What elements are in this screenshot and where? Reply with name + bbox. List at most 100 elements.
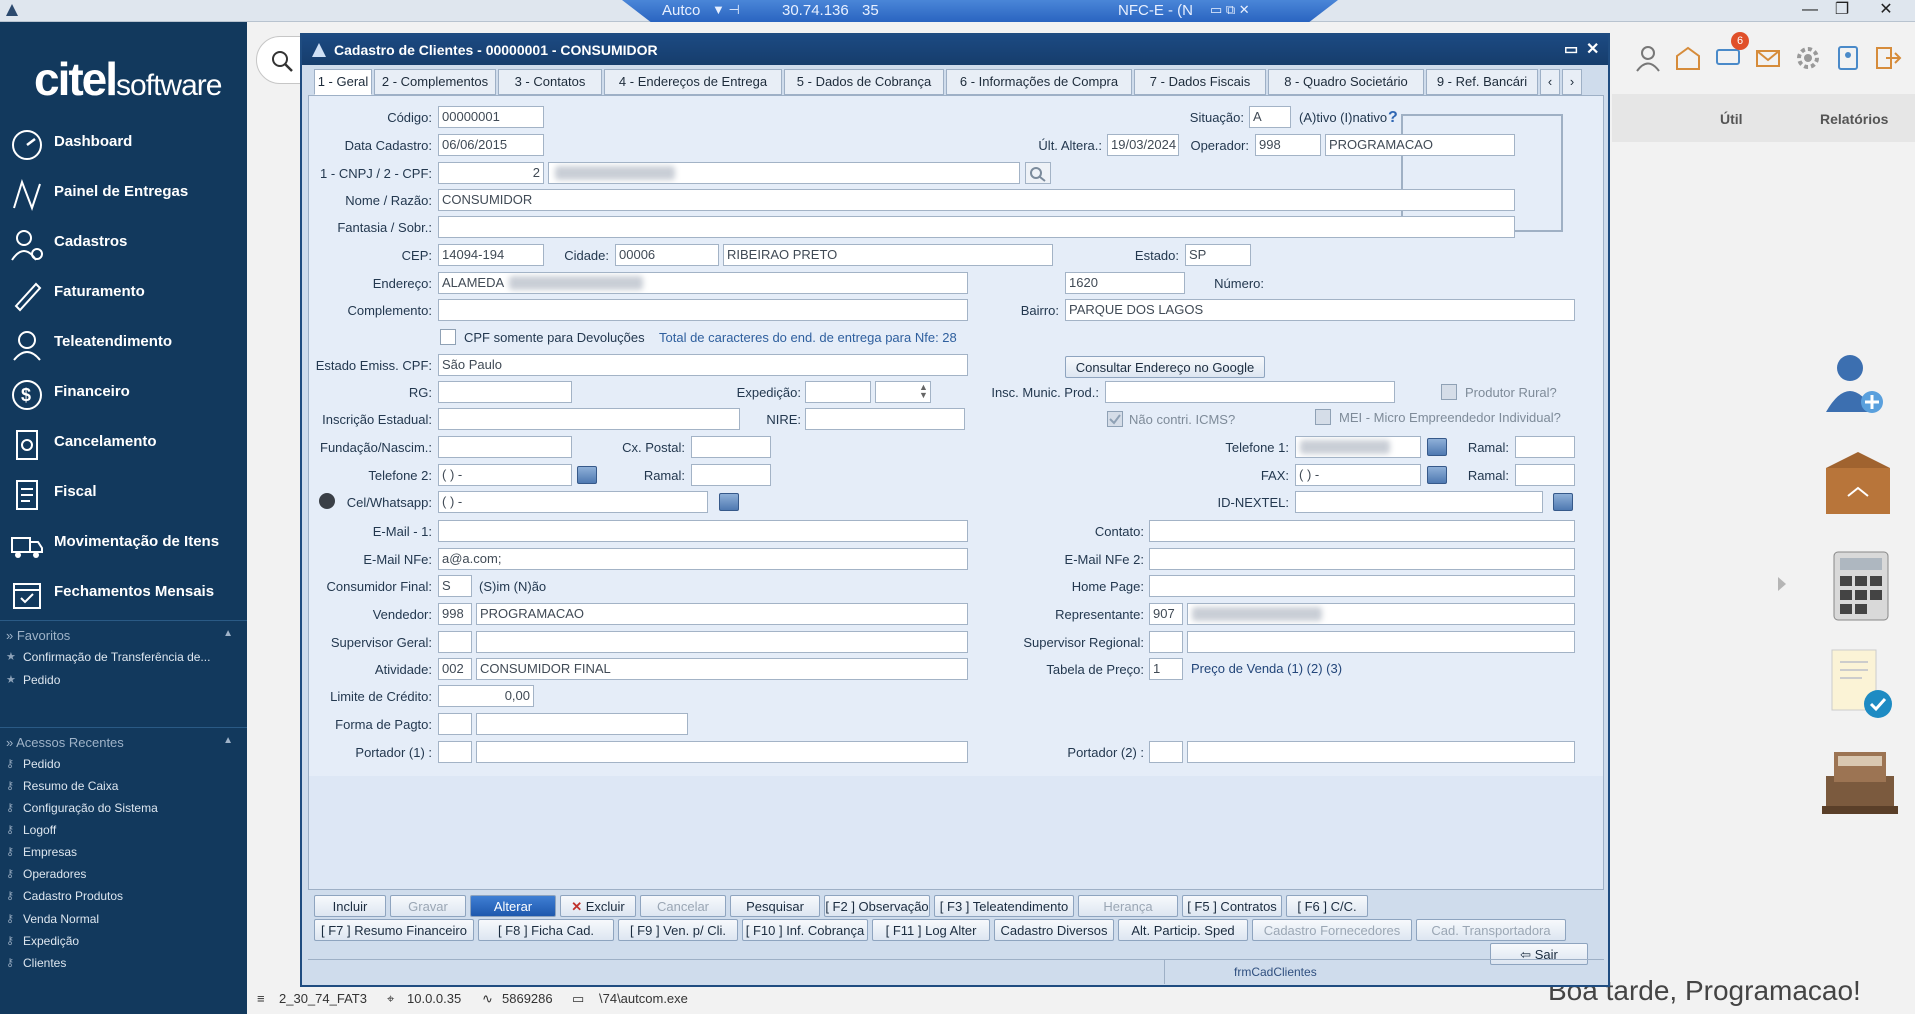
- portador1-name-field[interactable]: [476, 741, 968, 763]
- email-nfe-field[interactable]: a@a.com;: [438, 548, 968, 570]
- telefone2-phone-icon[interactable]: [577, 466, 597, 484]
- email1-field[interactable]: [438, 520, 968, 542]
- tab-geral[interactable]: 1 - Geral: [314, 69, 372, 95]
- tab-scroll-right-icon[interactable]: ›: [1562, 69, 1582, 95]
- email-nfe2-field[interactable]: [1149, 548, 1575, 570]
- favoritos-header[interactable]: » Favoritos ▲: [0, 625, 247, 647]
- complemento-field[interactable]: [438, 299, 968, 321]
- recente-item[interactable]: ⚷ Logoff: [6, 821, 236, 841]
- portador2-code-field[interactable]: [1149, 741, 1183, 763]
- codigo-field[interactable]: 00000001: [438, 106, 544, 128]
- search-input[interactable]: [256, 36, 304, 84]
- cc-button[interactable]: [ F6 ] C/C.: [1286, 895, 1368, 917]
- forma-pagto-name-field[interactable]: [476, 713, 688, 735]
- contratos-button[interactable]: [ F5 ] Contratos: [1182, 895, 1282, 917]
- cel-field[interactable]: ( ) -: [438, 491, 708, 513]
- recente-item[interactable]: ⚷ Resumo de Caixa: [6, 777, 236, 797]
- log-alter-button[interactable]: [ F11 ] Log Alter: [872, 919, 990, 941]
- insc-estadual-field[interactable]: [438, 408, 740, 430]
- operador-code-field[interactable]: 998: [1255, 134, 1321, 156]
- situacao-field[interactable]: A: [1249, 106, 1291, 128]
- cel-phone-icon[interactable]: [719, 493, 739, 511]
- supervisor-regional-code-field[interactable]: [1149, 631, 1183, 653]
- vendedor-name-field[interactable]: PROGRAMACAO: [476, 603, 968, 625]
- resumo-financeiro-button[interactable]: [ F7 ] Resumo Financeiro: [314, 919, 474, 941]
- cadastro-diversos-button[interactable]: Cadastro Diversos: [994, 919, 1114, 941]
- cidade-name-field[interactable]: RIBEIRAO PRETO: [723, 244, 1053, 266]
- ficha-cad-button[interactable]: [ F8 ] Ficha Cad.: [478, 919, 614, 941]
- fantasia-field[interactable]: [438, 216, 1515, 238]
- tabela-preco-field[interactable]: 1: [1149, 658, 1183, 680]
- recente-item[interactable]: ⚷ Cadastro Produtos: [6, 887, 236, 907]
- atividade-code-field[interactable]: 002: [438, 658, 472, 680]
- pesquisar-button[interactable]: Pesquisar: [730, 895, 820, 917]
- operador-name-field[interactable]: PROGRAMACAO: [1325, 134, 1515, 156]
- recentes-header[interactable]: » Acessos Recentes ▲: [0, 732, 247, 754]
- observacao-button[interactable]: [ F2 ] Observação: [824, 895, 930, 917]
- estado-emiss-field[interactable]: São Paulo: [438, 354, 968, 376]
- fax-phone-icon[interactable]: [1427, 466, 1447, 484]
- logout-icon[interactable]: [1874, 44, 1902, 72]
- spin-icon[interactable]: ▲ ▼: [919, 383, 928, 400]
- incluir-button[interactable]: Incluir: [314, 895, 386, 917]
- representante-name-field[interactable]: [1187, 603, 1575, 625]
- collapse-icon[interactable]: ▲: [223, 628, 233, 639]
- tab-util[interactable]: Útil: [1720, 111, 1743, 127]
- cpf-devolucoes-checkbox[interactable]: [440, 329, 456, 345]
- forma-pagto-code-field[interactable]: [438, 713, 472, 735]
- recente-item[interactable]: ⚷ Pedido: [6, 755, 236, 775]
- tab-relatorios[interactable]: Relatórios: [1820, 111, 1888, 127]
- excluir-button[interactable]: ✕ Excluir: [560, 895, 636, 917]
- atividade-name-field[interactable]: CONSUMIDOR FINAL: [476, 658, 968, 680]
- cash-register-icon[interactable]: [1820, 746, 1900, 818]
- recente-item[interactable]: ⚷ Configuração do Sistema: [6, 799, 236, 819]
- mail-icon[interactable]: [1754, 44, 1782, 72]
- telefone2-field[interactable]: ( ) -: [438, 464, 572, 486]
- contato-field[interactable]: [1149, 520, 1575, 542]
- telefone1-field[interactable]: [1295, 436, 1421, 458]
- recente-item[interactable]: ⚷ Venda Normal: [6, 910, 236, 930]
- consultar-google-button[interactable]: Consultar Endereço no Google: [1065, 356, 1265, 378]
- rdp-connection-tab[interactable]: Autco ▼ ⊣ 30.74.136 35 NFC-E - (N ▭ ⧉ ✕: [622, 0, 1338, 22]
- estado-field[interactable]: SP: [1185, 244, 1251, 266]
- recente-item[interactable]: ⚷ Expedição: [6, 932, 236, 952]
- cnpj-type-field[interactable]: 2: [438, 162, 544, 184]
- recente-item[interactable]: ⚷ Empresas: [6, 843, 236, 863]
- nav-faturamento[interactable]: Faturamento: [0, 268, 247, 318]
- tab-enderecos-entrega[interactable]: 4 - Endereços de Entrega: [604, 69, 782, 95]
- rdp-window-controls[interactable]: ▭ ⧉ ✕: [1210, 2, 1250, 18]
- data-cadastro-field[interactable]: 06/06/2015: [438, 134, 544, 156]
- portador2-name-field[interactable]: [1187, 741, 1575, 763]
- bairro-field[interactable]: PARQUE DOS LAGOS: [1065, 299, 1575, 321]
- favorito-item[interactable]: ★ Pedido: [6, 671, 236, 691]
- nav-financeiro[interactable]: $ Financeiro: [0, 368, 247, 418]
- nextel-phone-icon[interactable]: [1553, 493, 1573, 511]
- nav-cadastros[interactable]: Cadastros: [0, 218, 247, 268]
- tab-ref-bancaria[interactable]: 9 - Ref. Bancári: [1426, 69, 1538, 95]
- id-nextel-field[interactable]: [1295, 491, 1543, 513]
- contact-card-icon[interactable]: [1834, 44, 1862, 72]
- home-page-field[interactable]: [1149, 575, 1575, 597]
- nire-field[interactable]: [805, 408, 965, 430]
- nav-teleatendimento[interactable]: Teleatendimento: [0, 318, 247, 368]
- ramal-fax-field[interactable]: [1515, 464, 1575, 486]
- close-icon[interactable]: ✕: [1586, 39, 1599, 59]
- restore-icon[interactable]: ❐: [1822, 0, 1862, 22]
- calculator-icon[interactable]: [1832, 550, 1890, 622]
- alterar-button[interactable]: Alterar: [470, 895, 556, 917]
- recente-item[interactable]: ⚷ Operadores: [6, 865, 236, 885]
- ramal2-field[interactable]: [691, 464, 771, 486]
- cnpj-number-field[interactable]: [548, 162, 1020, 184]
- rdp-pin-icon[interactable]: ▼ ⊣: [712, 2, 740, 18]
- limite-credito-field[interactable]: 0,00: [438, 685, 534, 707]
- cx-postal-field[interactable]: [691, 436, 771, 458]
- nav-painel-entregas[interactable]: Painel de Entregas: [0, 168, 247, 218]
- box-icon[interactable]: [1822, 448, 1894, 520]
- alt-particip-sped-button[interactable]: Alt. Particip. Sped: [1118, 919, 1248, 941]
- user-icon[interactable]: [1634, 44, 1662, 72]
- mail-open-icon[interactable]: [1674, 44, 1702, 72]
- tab-dados-fiscais[interactable]: 7 - Dados Fiscais: [1134, 69, 1266, 95]
- tab-quadro-societario[interactable]: 8 - Quadro Societário: [1268, 69, 1424, 95]
- produtor-rural-checkbox[interactable]: [1441, 384, 1457, 400]
- nome-field[interactable]: CONSUMIDOR: [438, 189, 1515, 211]
